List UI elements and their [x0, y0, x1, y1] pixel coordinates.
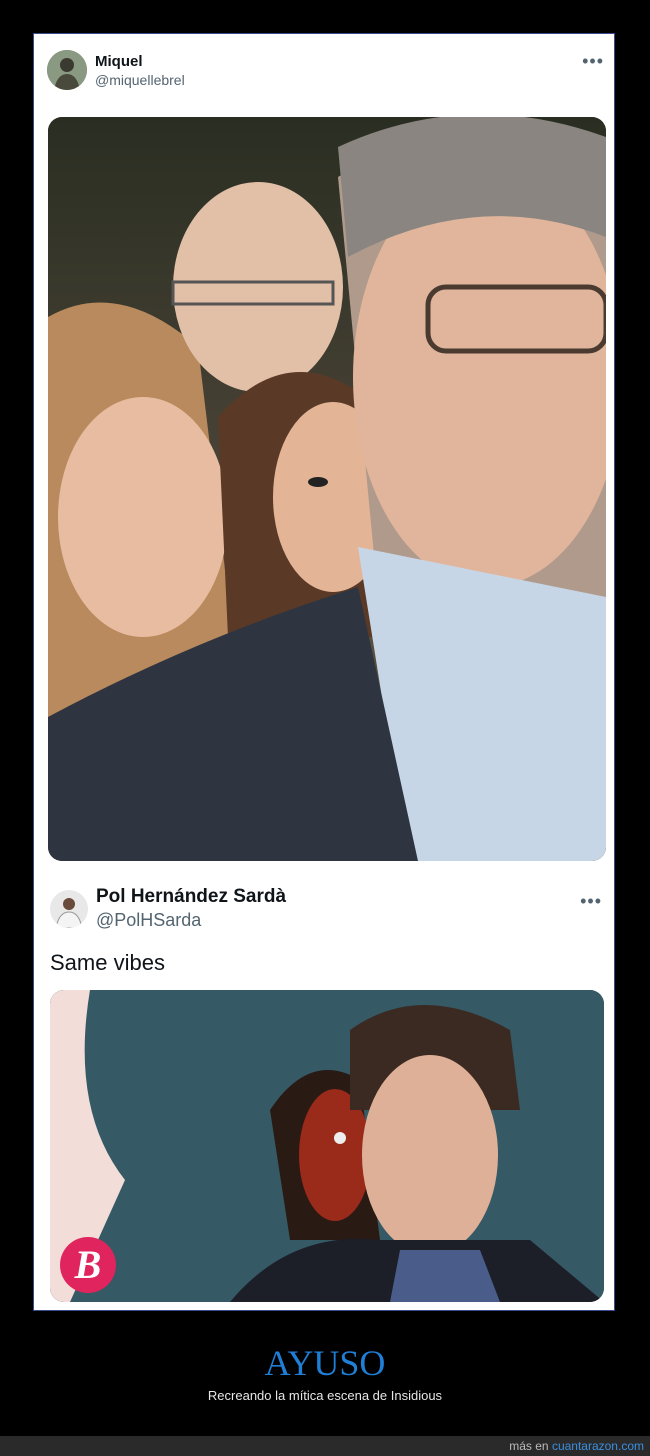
- more-horizontal-icon[interactable]: •••: [582, 52, 604, 70]
- footer-site-link[interactable]: cuantarazon.com: [552, 1439, 644, 1453]
- tweet1-header: Miquel @miquellebrel: [47, 50, 185, 90]
- tweet1-photo[interactable]: [48, 117, 606, 861]
- tweet2-photo-image: [50, 990, 604, 1302]
- tweet-screenshot-frame: Miquel @miquellebrel ••• Pol Hernández S…: [33, 33, 615, 1311]
- tweet1-author-name[interactable]: Miquel: [95, 53, 185, 70]
- footer-prefix: más en: [509, 1439, 549, 1453]
- footer-text: más en cuantarazon.com: [509, 1439, 644, 1453]
- footer-bar: más en cuantarazon.com: [0, 1436, 650, 1456]
- post-title[interactable]: AYUSO: [0, 1342, 650, 1384]
- tweet2-author-name[interactable]: Pol Hernández Sardà: [96, 886, 286, 908]
- tweet2-photo[interactable]: B: [50, 990, 604, 1302]
- tweet2-header: Pol Hernández Sardà @PolHSarda: [50, 886, 286, 931]
- user-avatar-icon: [47, 50, 87, 90]
- tweet1-author-handle[interactable]: @miquellebrel: [95, 72, 185, 88]
- avatar[interactable]: [50, 889, 88, 928]
- tweet2-author-handle[interactable]: @PolHSarda: [96, 910, 286, 931]
- user-avatar-icon: [50, 889, 88, 928]
- more-horizontal-icon[interactable]: •••: [580, 892, 602, 910]
- tweet1-photo-image: [48, 117, 606, 861]
- post-subtitle: Recreando la mítica escena de Insidious: [207, 1388, 443, 1403]
- app-badge-icon[interactable]: B: [60, 1237, 116, 1293]
- tweet2-text: Same vibes: [50, 950, 165, 975]
- avatar[interactable]: [47, 50, 87, 90]
